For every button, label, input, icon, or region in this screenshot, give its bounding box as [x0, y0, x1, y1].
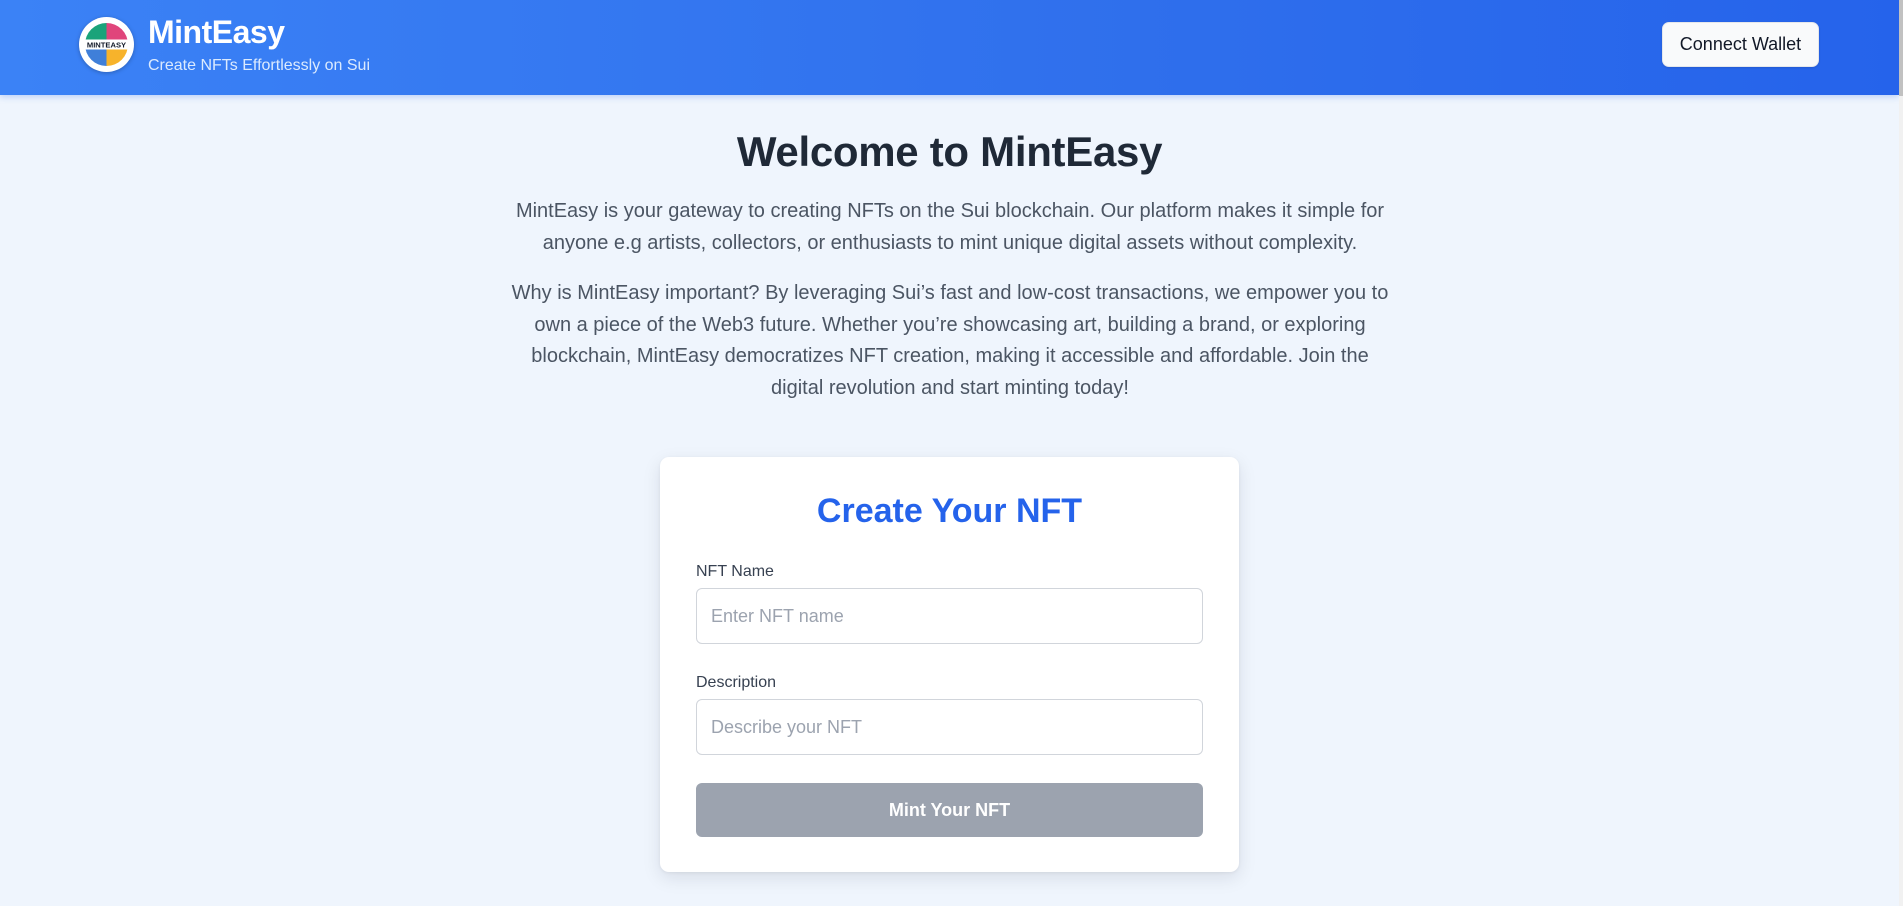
form-title: Create Your NFT — [816, 492, 1083, 530]
app-header: MINTEASY MintEasy Create NFTs Effortless… — [0, 0, 1899, 95]
create-nft-card: Create Your NFT NFT Name Description Min… — [660, 457, 1239, 872]
nft-name-label: NFT Name — [696, 563, 774, 580]
vertical-scrollbar[interactable] — [1899, 0, 1903, 906]
connect-wallet-button[interactable]: Connect Wallet — [1662, 22, 1819, 67]
description-label: Description — [696, 674, 777, 691]
why-paragraph: Why is MintEasy important? By leveraging… — [511, 282, 1389, 399]
minteasy-logo[interactable]: MINTEASY — [79, 17, 134, 72]
description-input[interactable] — [696, 699, 1203, 755]
logo-wordmark: MINTEASY — [87, 40, 126, 49]
scrollbar-thumb[interactable] — [1899, 0, 1903, 96]
logo-icon: MINTEASY — [83, 23, 130, 66]
mint-nft-button[interactable]: Mint Your NFT — [696, 783, 1203, 837]
page: MINTEASY MintEasy Create NFTs Effortless… — [0, 0, 1903, 906]
intro-paragraph: MintEasy is your gateway to creating NFT… — [515, 200, 1385, 254]
brand-title[interactable]: MintEasy — [148, 14, 285, 51]
brand-subtitle: Create NFTs Effortlessly on Sui — [148, 57, 371, 74]
page-title: Welcome to MintEasy — [736, 128, 1163, 175]
nft-name-input[interactable] — [696, 588, 1203, 644]
